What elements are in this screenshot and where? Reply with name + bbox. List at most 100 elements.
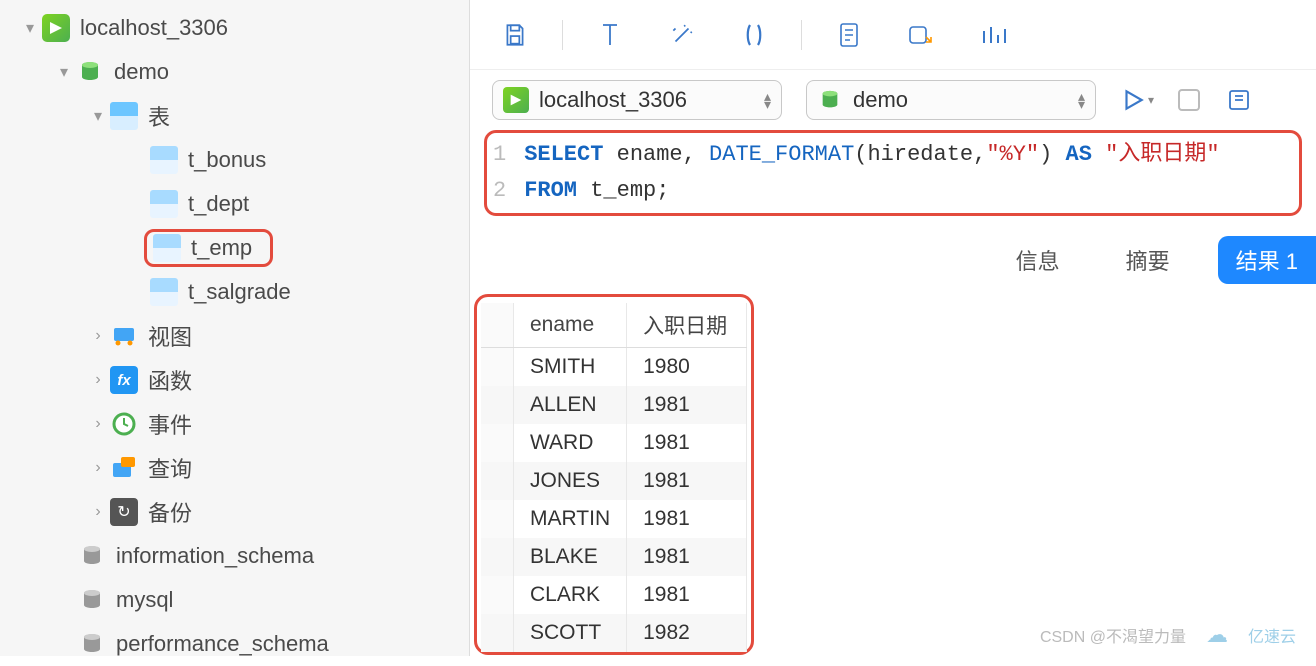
table-name: t_dept xyxy=(188,191,249,217)
magic-icon[interactable] xyxy=(667,20,697,50)
database-label: demo xyxy=(114,59,169,85)
tree-table-item-selected[interactable]: t_emp xyxy=(0,226,469,270)
save-icon[interactable] xyxy=(500,20,530,50)
table-icon xyxy=(150,278,178,306)
tree-sysdb[interactable]: mysql xyxy=(0,578,469,622)
run-button[interactable]: ▾ xyxy=(1120,87,1154,113)
chevron-right-icon: › xyxy=(86,327,110,345)
row-gutter xyxy=(481,424,514,462)
document-icon[interactable] xyxy=(834,20,864,50)
sql-editor[interactable]: 12 SELECT ename, DATE_FORMAT(hiredate,"%… xyxy=(493,137,1293,209)
tree-table-item[interactable]: t_bonus xyxy=(0,138,469,182)
views-label: 视图 xyxy=(148,320,192,352)
explain-icon[interactable] xyxy=(1224,85,1254,115)
backup-icon: ↻ xyxy=(110,498,138,526)
cell-date: 1980 xyxy=(627,348,747,387)
sysdb-label: mysql xyxy=(116,587,173,613)
export-icon[interactable] xyxy=(906,20,936,50)
queries-label: 查询 xyxy=(148,452,192,484)
database-dropdown-label: demo xyxy=(853,87,908,113)
table-row[interactable]: SCOTT 1982 xyxy=(481,614,747,652)
tree-connection[interactable]: ▾ localhost_3306 xyxy=(0,6,469,50)
database-icon xyxy=(78,542,106,570)
tree-functions[interactable]: › fx 函数 xyxy=(0,358,469,402)
row-gutter xyxy=(481,348,514,387)
table-row[interactable]: CLARK 1981 xyxy=(481,576,747,614)
row-gutter xyxy=(481,386,514,424)
query-icon xyxy=(110,454,138,482)
table-row[interactable]: WARD 1981 xyxy=(481,424,747,462)
results-table[interactable]: ename 入职日期 SMITH 1980 ALLEN 1981 WARD 19… xyxy=(481,303,747,652)
connection-label: localhost_3306 xyxy=(80,15,228,41)
chevron-right-icon: › xyxy=(86,503,110,521)
database-icon xyxy=(78,586,106,614)
tab-result[interactable]: 结果 1 xyxy=(1218,236,1316,284)
cell-ename: SCOTT xyxy=(514,614,627,652)
cell-ename: WARD xyxy=(514,424,627,462)
server-icon xyxy=(503,87,529,113)
table-row[interactable]: ALLEN 1981 xyxy=(481,386,747,424)
tree-tables-folder[interactable]: ▾ 表 xyxy=(0,94,469,138)
cloud-icon: ☁ xyxy=(1206,622,1228,648)
tab-summary[interactable]: 摘要 xyxy=(1108,236,1188,284)
cell-date: 1982 xyxy=(627,614,747,652)
row-gutter xyxy=(481,303,514,348)
stop-button[interactable] xyxy=(1178,89,1200,111)
tree-events[interactable]: › 事件 xyxy=(0,402,469,446)
tree-backup[interactable]: › ↻ 备份 xyxy=(0,490,469,534)
table-row[interactable]: JONES 1981 xyxy=(481,462,747,500)
table-row[interactable]: MARTIN 1981 xyxy=(481,500,747,538)
cell-ename: ALLEN xyxy=(514,386,627,424)
results-highlight: ename 入职日期 SMITH 1980 ALLEN 1981 WARD 19… xyxy=(474,294,754,655)
results-area: ename 入职日期 SMITH 1980 ALLEN 1981 WARD 19… xyxy=(470,294,1316,655)
chevron-down-icon: ▾ xyxy=(1148,93,1154,107)
cell-ename: BLAKE xyxy=(514,538,627,576)
separator xyxy=(562,20,563,50)
backup-label: 备份 xyxy=(148,496,192,528)
editor-toolbar xyxy=(470,0,1316,70)
main-panel: localhost_3306 ▴▾ demo ▴▾ ▾ 12 SELECT e xyxy=(470,0,1316,656)
tables-label: 表 xyxy=(148,100,170,132)
connection-bar: localhost_3306 ▴▾ demo ▴▾ ▾ xyxy=(470,70,1316,126)
chevron-right-icon: › xyxy=(86,371,110,389)
tree-views[interactable]: › 视图 xyxy=(0,314,469,358)
row-gutter xyxy=(481,614,514,652)
functions-label: 函数 xyxy=(148,364,192,396)
database-dropdown[interactable]: demo ▴▾ xyxy=(806,80,1096,120)
tree-sysdb[interactable]: performance_schema xyxy=(0,622,469,666)
tab-info[interactable]: 信息 xyxy=(998,236,1078,284)
table-name: t_salgrade xyxy=(188,279,291,305)
cell-date: 1981 xyxy=(627,576,747,614)
chevron-right-icon: › xyxy=(86,415,110,433)
format-icon[interactable] xyxy=(595,20,625,50)
line-gutter: 12 xyxy=(493,137,524,209)
server-dropdown-label: localhost_3306 xyxy=(539,87,687,113)
tree-sysdb[interactable]: information_schema xyxy=(0,534,469,578)
table-row[interactable]: BLAKE 1981 xyxy=(481,538,747,576)
cell-date: 1981 xyxy=(627,462,747,500)
tree-database[interactable]: ▾ demo xyxy=(0,50,469,94)
cell-date: 1981 xyxy=(627,538,747,576)
parentheses-icon[interactable] xyxy=(739,20,769,50)
table-row[interactable]: SMITH 1980 xyxy=(481,348,747,387)
caret-icon: ▴▾ xyxy=(1078,92,1085,108)
chart-icon[interactable] xyxy=(978,20,1008,50)
sysdb-label: performance_schema xyxy=(116,631,329,657)
sql-code: SELECT ename, DATE_FORMAT(hiredate,"%Y")… xyxy=(524,137,1219,209)
tree-table-item[interactable]: t_salgrade xyxy=(0,270,469,314)
col-header[interactable]: ename xyxy=(514,303,627,348)
cell-date: 1981 xyxy=(627,424,747,462)
chevron-down-icon: ▾ xyxy=(18,18,42,38)
tree-queries[interactable]: › 查询 xyxy=(0,446,469,490)
caret-icon: ▴▾ xyxy=(764,92,771,108)
col-header[interactable]: 入职日期 xyxy=(627,303,747,348)
database-icon xyxy=(817,87,843,113)
cell-ename: JONES xyxy=(514,462,627,500)
server-dropdown[interactable]: localhost_3306 ▴▾ xyxy=(492,80,782,120)
table-icon xyxy=(150,190,178,218)
tree-table-item[interactable]: t_dept xyxy=(0,182,469,226)
table-icon xyxy=(110,102,138,130)
server-icon xyxy=(42,14,70,42)
table-name: t_emp xyxy=(191,235,252,261)
cell-ename: SMITH xyxy=(514,348,627,387)
